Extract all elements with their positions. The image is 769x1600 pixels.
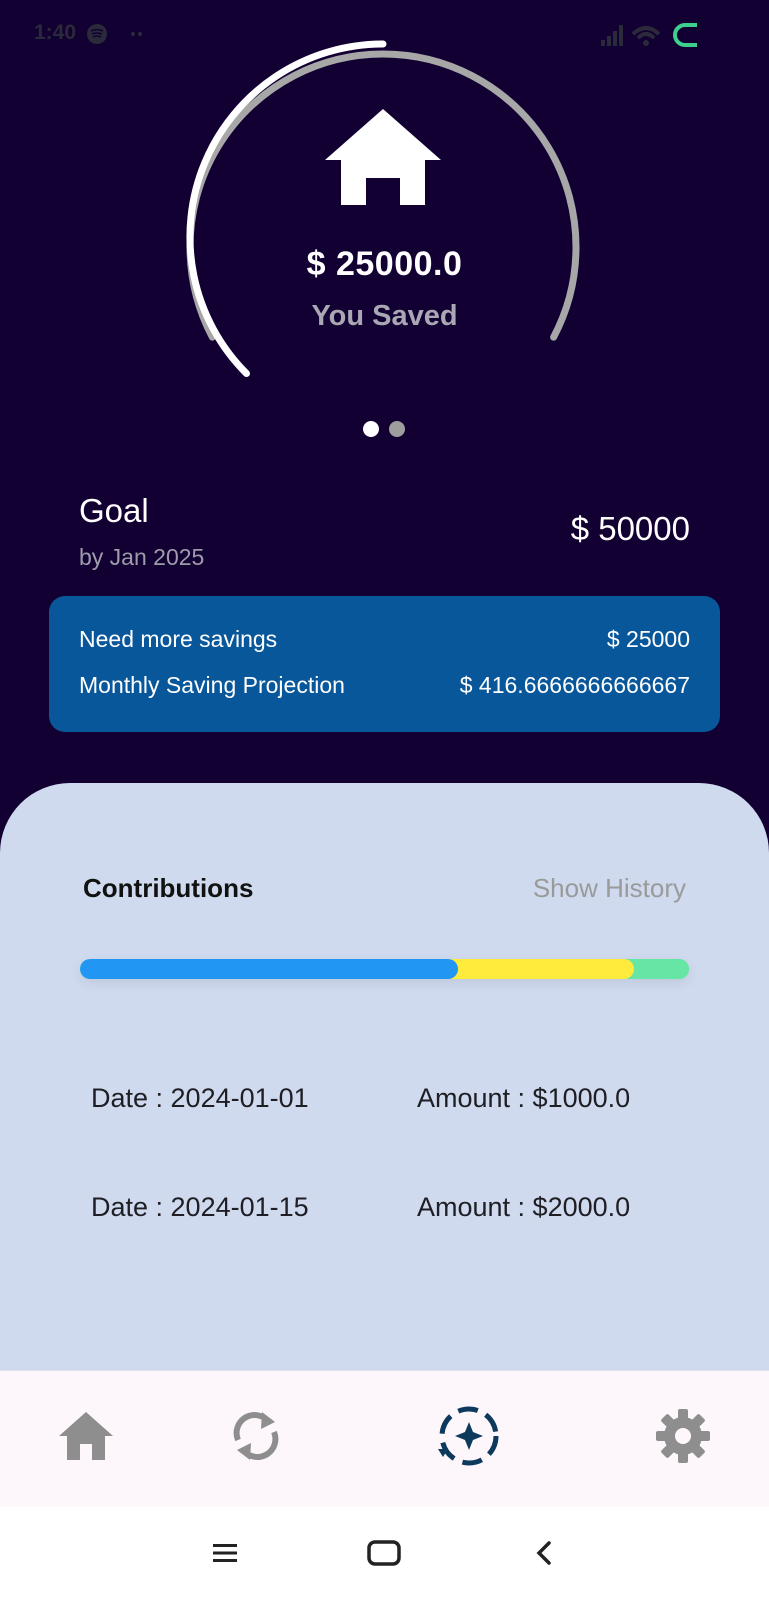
- bottom-navigation: [0, 1370, 769, 1507]
- contributions-progress-bar: [80, 959, 689, 979]
- nav-goal[interactable]: [434, 1401, 504, 1471]
- progress-segment-yellow: [445, 959, 635, 979]
- page-dot-inactive[interactable]: [389, 421, 405, 437]
- savings-info-card: Need more savings $ 25000 Monthly Saving…: [49, 596, 720, 732]
- contributions-sheet: Contributions Show History Date : 2024-0…: [0, 783, 769, 1383]
- show-history-button[interactable]: Show History: [533, 873, 686, 904]
- nav-settings[interactable]: [648, 1401, 718, 1471]
- contribution-date: Date : 2024-01-15: [91, 1192, 309, 1222]
- nav-home[interactable]: [51, 1401, 121, 1471]
- goal-date: by Jan 2025: [79, 544, 205, 570]
- contributions-title: Contributions: [83, 873, 254, 903]
- system-navigation-bar: [0, 1507, 769, 1600]
- goal-icon: [438, 1406, 499, 1466]
- square-home-icon: [367, 1540, 401, 1566]
- monthly-projection-value: $ 416.6666666666667: [459, 672, 690, 698]
- contribution-amount: Amount : $1000.0: [417, 1083, 631, 1113]
- goal-amount: $ 50000: [570, 510, 690, 547]
- recent-apps-button[interactable]: [203, 1533, 247, 1573]
- need-more-row: Need more savings $ 25000: [79, 626, 690, 656]
- home-icon: [59, 1412, 113, 1460]
- saved-amount: $ 25000.0: [306, 245, 463, 283]
- nav-sync[interactable]: [221, 1401, 291, 1471]
- house-icon: [325, 109, 441, 205]
- sync-icon: [233, 1412, 279, 1460]
- contribution-row: Date : 2024-01-01 Amount : $1000.0: [0, 1083, 769, 1123]
- page-indicator[interactable]: [361, 421, 409, 439]
- saved-label: You Saved: [311, 300, 458, 332]
- monthly-projection-label: Monthly Saving Projection: [79, 672, 345, 698]
- system-home-button[interactable]: [362, 1533, 406, 1573]
- settings-icon: [656, 1409, 710, 1463]
- app-screen: 1:40 $ 25000.0 You Saved Goal by Jan 202…: [0, 0, 769, 1600]
- monthly-projection-row: Monthly Saving Projection $ 416.66666666…: [79, 672, 690, 702]
- savings-gauge: [186, 40, 580, 377]
- need-more-value: $ 25000: [606, 626, 690, 652]
- need-more-label: Need more savings: [79, 626, 278, 652]
- system-back-button[interactable]: [522, 1533, 566, 1573]
- menu-icon: [213, 1544, 237, 1562]
- goal-title: Goal: [79, 492, 149, 529]
- contribution-amount: Amount : $2000.0: [417, 1192, 631, 1222]
- contribution-row: Date : 2024-01-15 Amount : $2000.0: [0, 1192, 769, 1232]
- progress-segment-blue: [80, 959, 458, 979]
- back-chevron-icon: [536, 1541, 551, 1565]
- page-dot-active[interactable]: [363, 421, 379, 437]
- contribution-date: Date : 2024-01-01: [91, 1083, 309, 1113]
